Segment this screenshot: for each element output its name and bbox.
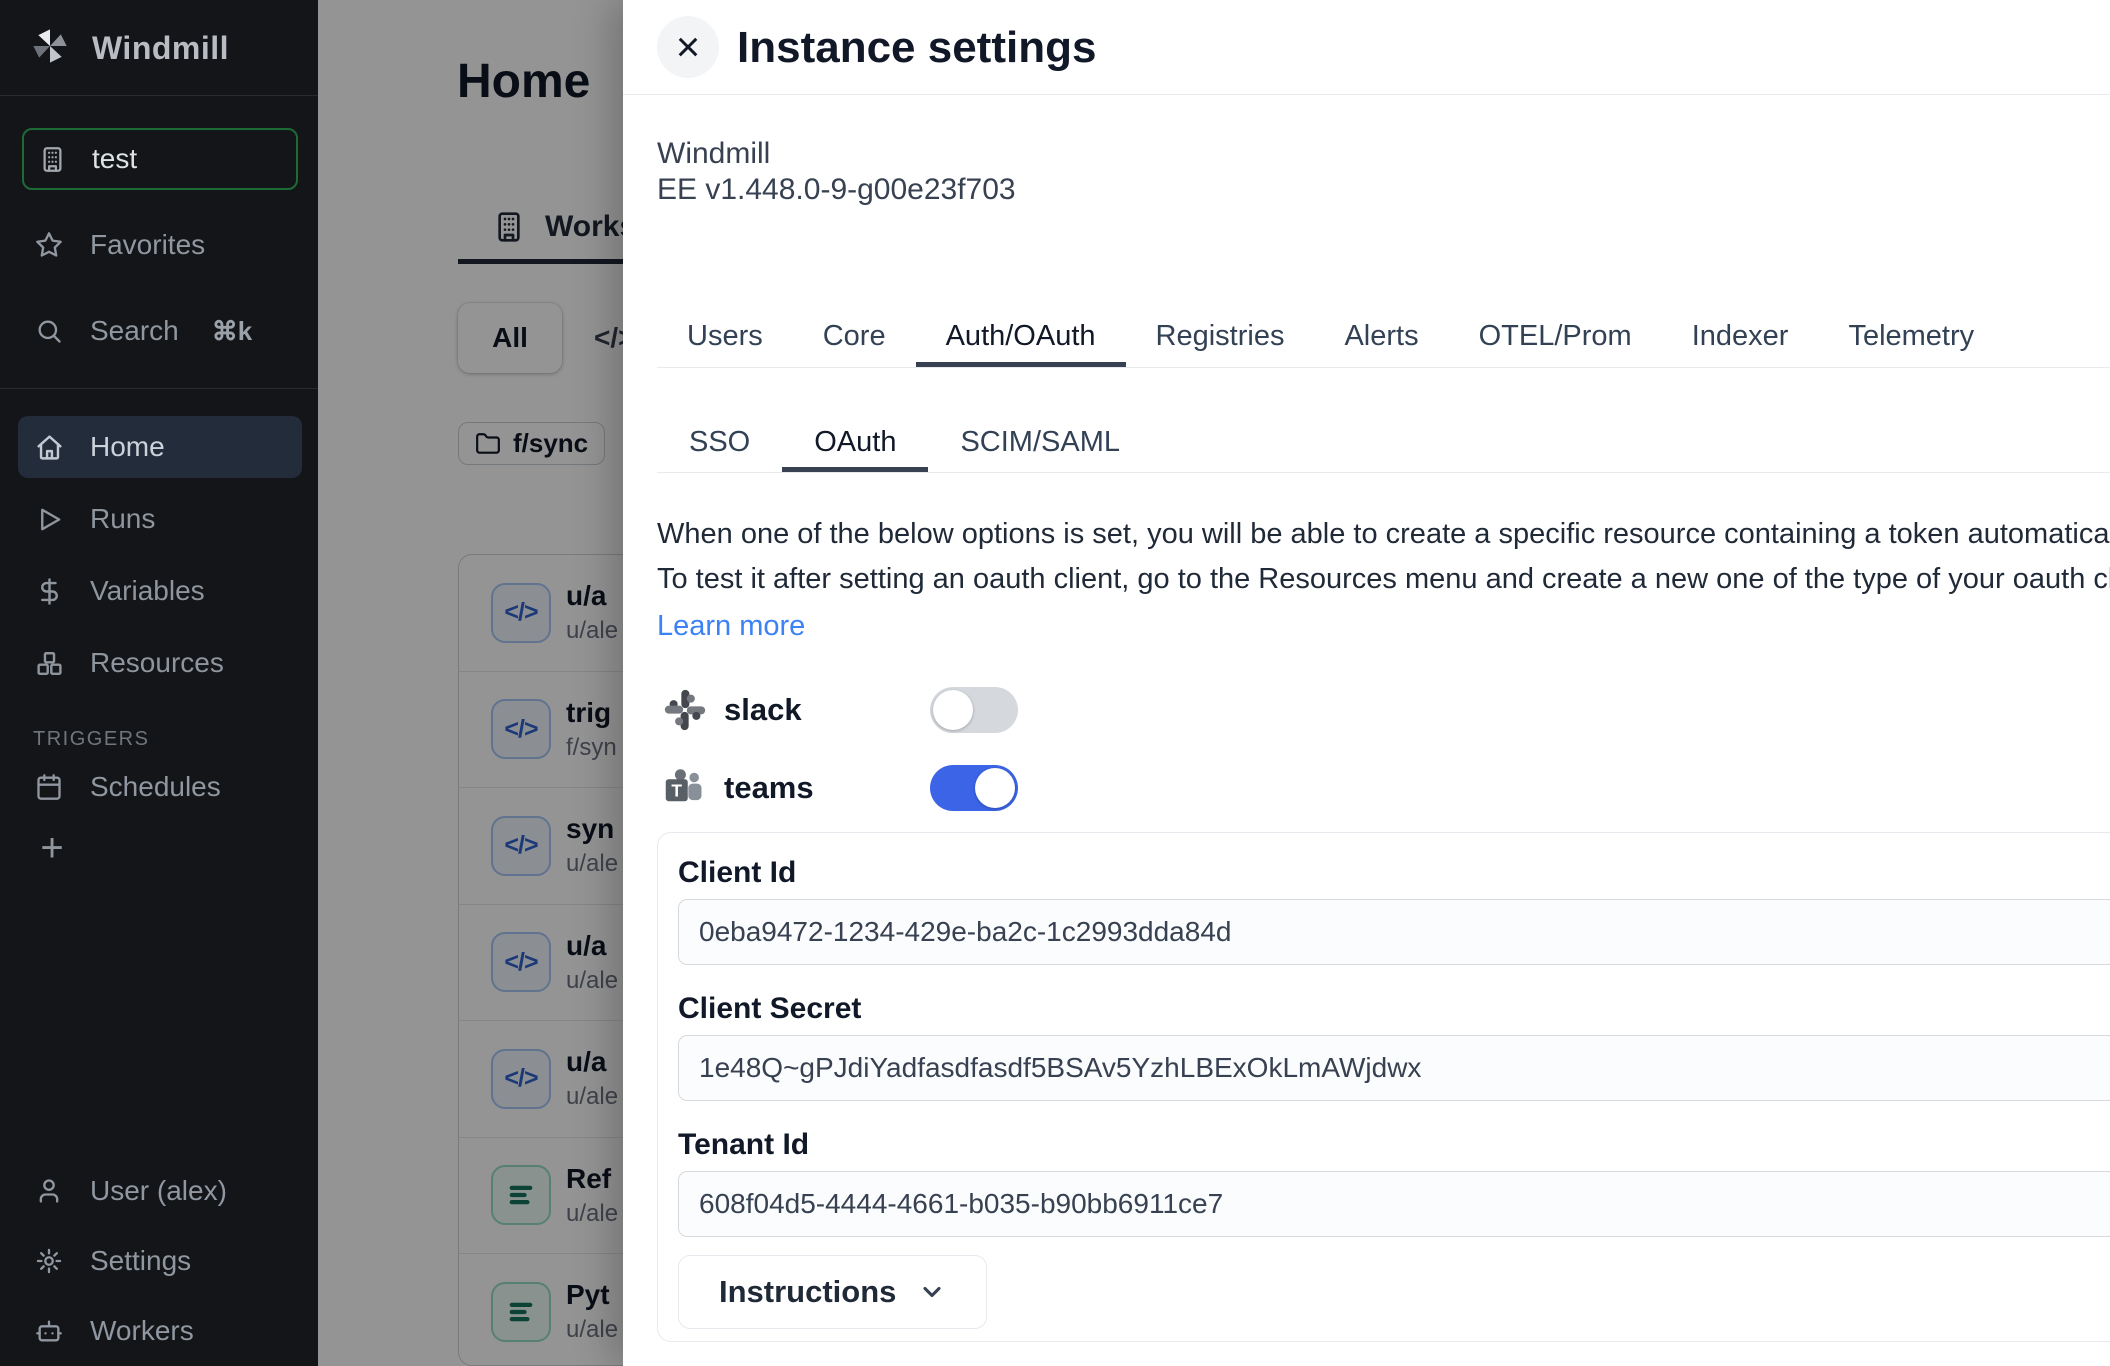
- field-input[interactable]: [678, 1171, 2110, 1237]
- provider-icon: T: [662, 765, 708, 811]
- app-name: Windmill: [657, 136, 1016, 172]
- sidebar-nav-item[interactable]: Resources: [18, 632, 302, 694]
- provider-icon: [662, 687, 708, 733]
- sidebar-divider: [0, 95, 318, 96]
- app-version: EE v1.448.0-9-g00e23f703: [657, 172, 1016, 208]
- settings-tab[interactable]: Telemetry: [1818, 308, 2004, 367]
- settings-tab[interactable]: Auth/OAuth: [916, 308, 1126, 367]
- field-group: Client Secret: [678, 993, 2110, 1101]
- instructions-button[interactable]: Instructions: [678, 1255, 987, 1329]
- oauth-fields: Client Id Client Secret Tenant Id: [678, 857, 2110, 1237]
- sidebar-nav: Home Runs Variables Resources: [0, 416, 318, 704]
- provider-toggle[interactable]: [930, 765, 1018, 811]
- page: Windmill test Favorites Search ⌘k: [0, 0, 2110, 1366]
- sidebar-item[interactable]: User (alex): [0, 1160, 318, 1222]
- calendar-icon: [35, 773, 63, 801]
- learn-more-link[interactable]: Learn more: [657, 610, 805, 643]
- chevron-down-icon: [918, 1278, 946, 1306]
- sidebar-bottom-items: User (alex) Settings Workers: [0, 1160, 318, 1366]
- field-input[interactable]: [678, 1035, 2110, 1101]
- sidebar-nav-label: Home: [90, 431, 165, 463]
- sidebar-item-icon: [35, 1317, 63, 1345]
- settings-tab[interactable]: Indexer: [1662, 308, 1819, 367]
- settings-tabs: UsersCoreAuth/OAuthRegistriesAlertsOTEL/…: [657, 308, 2110, 368]
- sidebar-item-label: Search: [90, 315, 179, 347]
- sidebar-nav-icon: [35, 649, 63, 677]
- auth-subtabs: SSOOAuthSCIM/SAML: [657, 414, 2110, 473]
- field-input[interactable]: [678, 899, 2110, 965]
- sidebar-nav-item[interactable]: Home: [18, 416, 302, 478]
- sidebar-item[interactable]: Settings: [0, 1230, 318, 1292]
- sidebar-nav-icon: [35, 505, 63, 533]
- sidebar-nav-icon: [35, 577, 63, 605]
- field-label: Client Secret: [678, 993, 2110, 1025]
- drawer-title: Instance settings: [737, 21, 1096, 75]
- toggle-knob: [975, 768, 1015, 808]
- sidebar-item-schedules[interactable]: Schedules: [0, 756, 318, 818]
- sidebar-item-label: Workers: [90, 1315, 194, 1347]
- teams-oauth-card: Client Id Client Secret Tenant Id Instru…: [657, 832, 2110, 1342]
- sidebar-item-icon: [35, 317, 63, 345]
- description-line-2: To test it after setting an oauth client…: [657, 563, 2110, 596]
- add-trigger-button[interactable]: +: [30, 826, 74, 870]
- triggers-section-label: TRIGGERS: [33, 728, 149, 751]
- workspace-selector[interactable]: test: [22, 128, 298, 190]
- close-button[interactable]: ×: [657, 16, 719, 78]
- brand-label: Windmill: [92, 30, 229, 67]
- sidebar: Windmill test Favorites Search ⌘k: [0, 0, 318, 1366]
- field-label: Client Id: [678, 857, 2110, 889]
- oauth-provider-row: slack: [657, 680, 1857, 740]
- sidebar-divider: [0, 388, 318, 389]
- windmill-logo: Windmill: [30, 26, 229, 71]
- sidebar-nav-label: Variables: [90, 575, 205, 607]
- header-divider: [623, 94, 2110, 95]
- keyboard-shortcut: ⌘k: [212, 316, 252, 347]
- sidebar-nav-icon: [35, 433, 63, 461]
- sidebar-nav-label: Resources: [90, 647, 224, 679]
- settings-tab[interactable]: Users: [657, 308, 793, 367]
- settings-tab[interactable]: OTEL/Prom: [1449, 308, 1662, 367]
- sidebar-item-label: User (alex): [90, 1175, 227, 1207]
- sidebar-item-icon: [35, 231, 63, 259]
- field-label: Tenant Id: [678, 1129, 2110, 1161]
- field-group: Client Id: [678, 857, 2110, 965]
- settings-tab[interactable]: Alerts: [1314, 308, 1448, 367]
- sidebar-item-label: Favorites: [90, 229, 205, 261]
- sidebar-item[interactable]: Favorites: [0, 212, 318, 278]
- sidebar-item[interactable]: Workers: [0, 1300, 318, 1362]
- description-line-1: When one of the below options is set, yo…: [657, 518, 2110, 551]
- sidebar-item-label: Settings: [90, 1245, 191, 1277]
- sidebar-nav-item[interactable]: Runs: [18, 488, 302, 550]
- provider-name: slack: [724, 692, 802, 728]
- windmill-pinwheel-icon: [30, 26, 70, 71]
- settings-tab[interactable]: Core: [793, 308, 916, 367]
- auth-subtab[interactable]: SSO: [657, 414, 782, 472]
- building-icon: [39, 146, 66, 173]
- toggle-knob: [933, 690, 973, 730]
- provider-toggle[interactable]: [930, 687, 1018, 733]
- auth-subtab[interactable]: OAuth: [782, 414, 928, 472]
- workspace-name: test: [92, 143, 137, 175]
- oauth-providers: slack T teams: [657, 680, 1857, 836]
- sidebar-top-items: Favorites Search ⌘k: [0, 212, 318, 384]
- svg-text:T: T: [671, 780, 682, 800]
- sidebar-item-label: Schedules: [90, 771, 221, 803]
- sidebar-item-icon: [35, 1247, 63, 1275]
- field-group: Tenant Id: [678, 1129, 2110, 1237]
- provider-name: teams: [724, 770, 814, 806]
- sidebar-nav-label: Runs: [90, 503, 155, 535]
- version-block: Windmill EE v1.448.0-9-g00e23f703: [657, 136, 1016, 208]
- oauth-provider-row: T teams: [657, 758, 1857, 818]
- auth-subtab[interactable]: SCIM/SAML: [928, 414, 1152, 472]
- settings-tab[interactable]: Registries: [1126, 308, 1315, 367]
- instructions-label: Instructions: [719, 1274, 896, 1310]
- sidebar-item[interactable]: Search ⌘k: [0, 298, 318, 364]
- instance-settings-drawer: × Instance settings Windmill EE v1.448.0…: [623, 0, 2110, 1366]
- sidebar-item-icon: [35, 1177, 63, 1205]
- sidebar-nav-item[interactable]: Variables: [18, 560, 302, 622]
